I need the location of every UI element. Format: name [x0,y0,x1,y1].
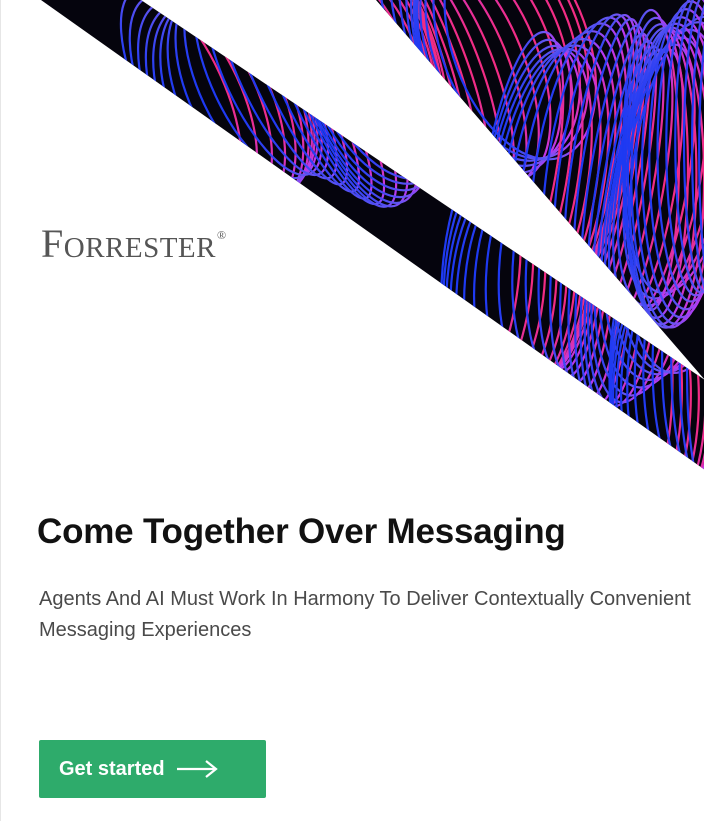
ad-card[interactable]: FORRESTER® Come Together Over Messaging … [0,0,704,821]
page-subtitle: Agents And AI Must Work In Harmony To De… [39,588,691,641]
get-started-label: Get started [59,757,165,780]
get-started-button[interactable]: Get started [39,740,266,798]
forrester-logo: FORRESTER® [41,220,227,267]
logo-initial: F [41,221,64,266]
page-title: Come Together Over Messaging [37,512,566,551]
logo-rest: ORRESTER [63,232,216,264]
registered-mark: ® [217,228,227,242]
arrow-right-icon [176,760,218,778]
